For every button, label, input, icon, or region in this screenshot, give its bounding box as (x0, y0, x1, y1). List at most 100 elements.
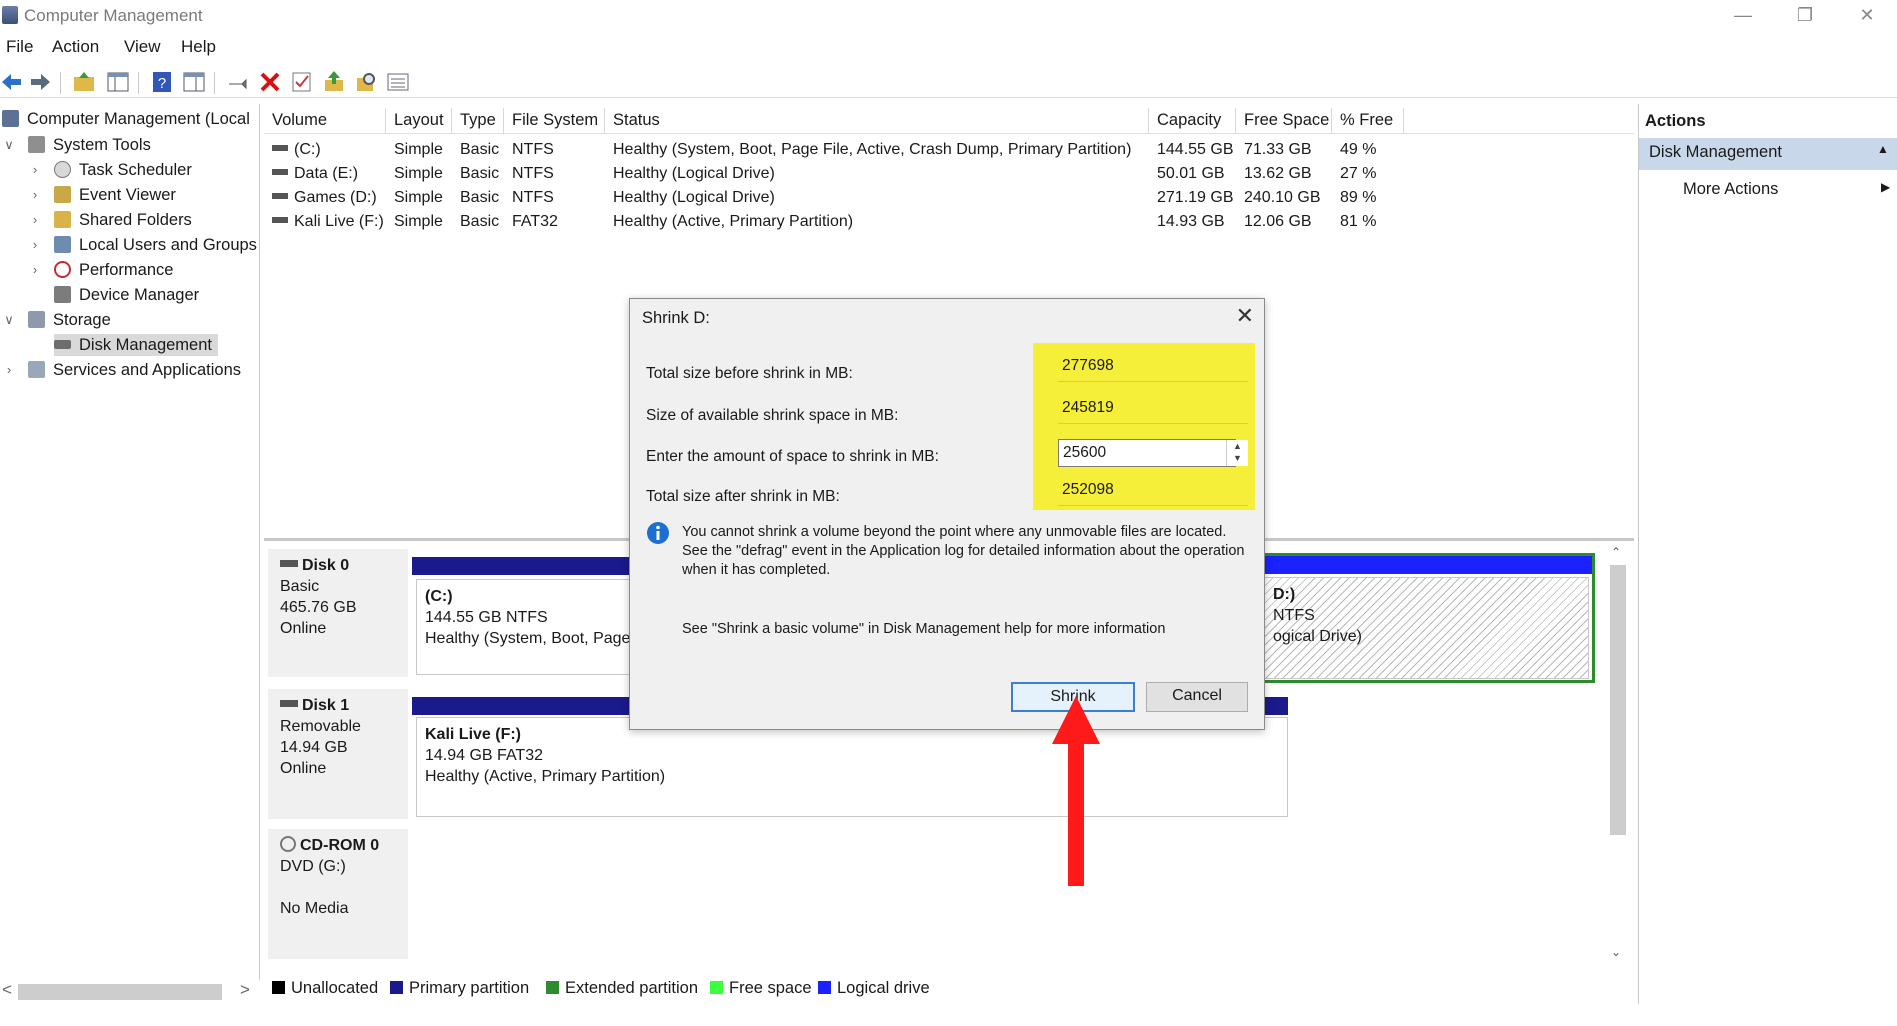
chevron-right-icon[interactable]: › (28, 159, 42, 181)
table-cell: FAT32 (512, 213, 558, 230)
menu-file[interactable]: File (6, 37, 33, 57)
legend: Unallocated Primary partition Extended p… (264, 976, 1634, 1002)
col-file-system[interactable]: File System (504, 108, 605, 134)
actions-section-disk-management[interactable]: Disk Management ▲ (1639, 138, 1897, 170)
table-cell: 271.19 GB (1157, 189, 1234, 206)
scroll-thumb[interactable] (18, 984, 222, 1000)
search-folder-icon[interactable] (354, 70, 378, 94)
partition-d[interactable]: D:) NTFS ogical Drive) (1264, 577, 1589, 679)
disk-icon (272, 193, 288, 199)
shrink-dialog: Shrink D: ✕ Total size before shrink in … (629, 298, 1265, 730)
chevron-right-icon[interactable]: › (28, 234, 42, 256)
col-status[interactable]: Status (605, 108, 1149, 134)
disk-1-label[interactable]: Disk 1 Removable 14.94 GB Online (268, 689, 408, 819)
shrink-amount-input[interactable]: 25600 (1058, 439, 1236, 467)
stepper-down-icon[interactable]: ▼ (1227, 452, 1248, 464)
list-view-icon[interactable] (386, 70, 410, 94)
shrink-amount-stepper[interactable]: ▲ ▼ (1226, 440, 1248, 466)
table-cell: 13.62 GB (1244, 165, 1312, 182)
chevron-down-icon[interactable]: ∨ (2, 134, 16, 156)
help-icon[interactable]: ? (150, 70, 174, 94)
scroll-down-icon[interactable]: ⌄ (1611, 945, 1621, 959)
table-row[interactable]: Data (E:) Simple Basic NTFS Healthy (Logical… (264, 162, 1634, 186)
scroll-thumb[interactable] (1610, 565, 1626, 835)
tree-item-disk-management[interactable]: Disk Management (54, 334, 218, 356)
tree-item-shared-folders[interactable]: › Shared Folders (33, 209, 192, 231)
col-free-space[interactable]: Free Space (1236, 108, 1332, 134)
legend-primary: Primary partition (390, 979, 529, 998)
minimize-button[interactable]: — (1712, 0, 1774, 30)
title-bar: Computer Management — ❐ ✕ (0, 0, 1897, 32)
check-icon[interactable] (290, 70, 314, 94)
collapse-icon[interactable]: ▲ (1877, 142, 1889, 156)
chevron-right-icon[interactable]: › (28, 209, 42, 231)
tree-item-device-manager[interactable]: Device Manager (54, 284, 199, 306)
tree-item-task-scheduler[interactable]: › Task Scheduler (33, 159, 192, 181)
tree-item-local-users-groups[interactable]: › Local Users and Groups (33, 234, 257, 256)
tree-horizontal-scrollbar[interactable]: < > (0, 980, 260, 1002)
more-actions[interactable]: More Actions (1683, 180, 1778, 199)
tree-item-services-applications[interactable]: › Services and Applications (7, 359, 241, 381)
svg-text:?: ? (158, 75, 166, 92)
delete-icon[interactable] (258, 70, 282, 94)
computer-management-icon (2, 110, 19, 127)
total-after-value: 252098 (1058, 479, 1248, 506)
disk-icon (272, 217, 288, 223)
menu-help[interactable]: Help (181, 37, 216, 57)
event-viewer-icon (54, 186, 71, 203)
tree-item-performance[interactable]: › Performance (33, 259, 173, 281)
connect-icon[interactable] (226, 70, 250, 94)
scroll-left-icon[interactable]: < (2, 980, 12, 1000)
export-icon[interactable] (322, 70, 346, 94)
table-row[interactable]: (C:) Simple Basic NTFS Healthy (System, Boot… (264, 138, 1634, 162)
show-hide-tree-icon[interactable] (106, 70, 130, 94)
tree-item-computer-management[interactable]: Computer Management (Local (2, 108, 250, 130)
partition-f[interactable]: Kali Live (F:) 14.94 GB FAT32 Healthy (A… (416, 717, 1288, 817)
cancel-button[interactable]: Cancel (1146, 682, 1248, 712)
table-row[interactable]: Games (D:) Simple Basic NTFS Healthy (Logica… (264, 186, 1634, 210)
scroll-up-icon[interactable]: ⌃ (1611, 545, 1621, 559)
chevron-right-icon[interactable]: › (2, 359, 16, 381)
total-after-label: Total size after shrink in MB: (646, 488, 840, 505)
table-row[interactable]: Kali Live (F:) Simple Basic FAT32 Healthy (A… (264, 210, 1634, 234)
forward-arrow-icon[interactable] (28, 70, 52, 94)
disk-icon (272, 169, 288, 175)
legend-extended: Extended partition (546, 979, 698, 998)
properties-pane-icon[interactable] (182, 70, 206, 94)
chevron-right-icon[interactable]: › (28, 259, 42, 281)
table-cell: Basic (460, 213, 500, 230)
restore-button[interactable]: ❐ (1774, 0, 1836, 30)
chevron-down-icon[interactable]: ∨ (2, 309, 16, 331)
close-icon[interactable]: ✕ (1236, 303, 1254, 329)
up-folder-icon[interactable] (72, 70, 96, 94)
table-cell: Healthy (Active, Primary Partition) (613, 213, 854, 230)
col-volume[interactable]: Volume (264, 108, 386, 134)
close-window-button[interactable]: ✕ (1836, 0, 1897, 30)
disk-icon (272, 145, 288, 151)
col-type[interactable]: Type (452, 108, 504, 134)
tree-item-storage[interactable]: ∨ Storage (4, 309, 111, 331)
disk-0-label[interactable]: Disk 0 Basic 465.76 GB Online (268, 549, 408, 677)
cd-icon (280, 836, 296, 852)
table-cell: Healthy (Logical Drive) (613, 165, 775, 182)
chevron-right-icon[interactable]: › (28, 184, 42, 206)
menu-action[interactable]: Action (52, 37, 99, 57)
col-capacity[interactable]: Capacity (1149, 108, 1236, 134)
cdrom-0-label[interactable]: CD-ROM 0 DVD (G:) No Media (268, 829, 408, 959)
extended-swatch (546, 981, 559, 994)
table-cell: NTFS (512, 141, 554, 158)
scroll-right-icon[interactable]: > (240, 980, 250, 1000)
table-cell: Simple (394, 141, 443, 158)
tree-item-event-viewer[interactable]: › Event Viewer (33, 184, 176, 206)
disk-view-vertical-scrollbar[interactable]: ⌃ ⌄ (1607, 545, 1629, 965)
table-cell: Healthy (System, Boot, Page File, Active… (613, 141, 1132, 158)
menu-view[interactable]: View (124, 37, 161, 57)
stepper-up-icon[interactable]: ▲ (1227, 440, 1248, 452)
back-arrow-icon[interactable] (0, 70, 24, 94)
col-percent-free[interactable]: % Free (1332, 108, 1404, 134)
legend-unallocated: Unallocated (272, 979, 378, 998)
more-actions-arrow-icon[interactable]: ▶ (1881, 180, 1890, 194)
col-layout[interactable]: Layout (386, 108, 452, 134)
tree-item-system-tools[interactable]: ∨ System Tools (4, 134, 151, 156)
partition-c[interactable]: (C:) 144.55 GB NTFS Healthy (System, Boo… (416, 579, 642, 675)
